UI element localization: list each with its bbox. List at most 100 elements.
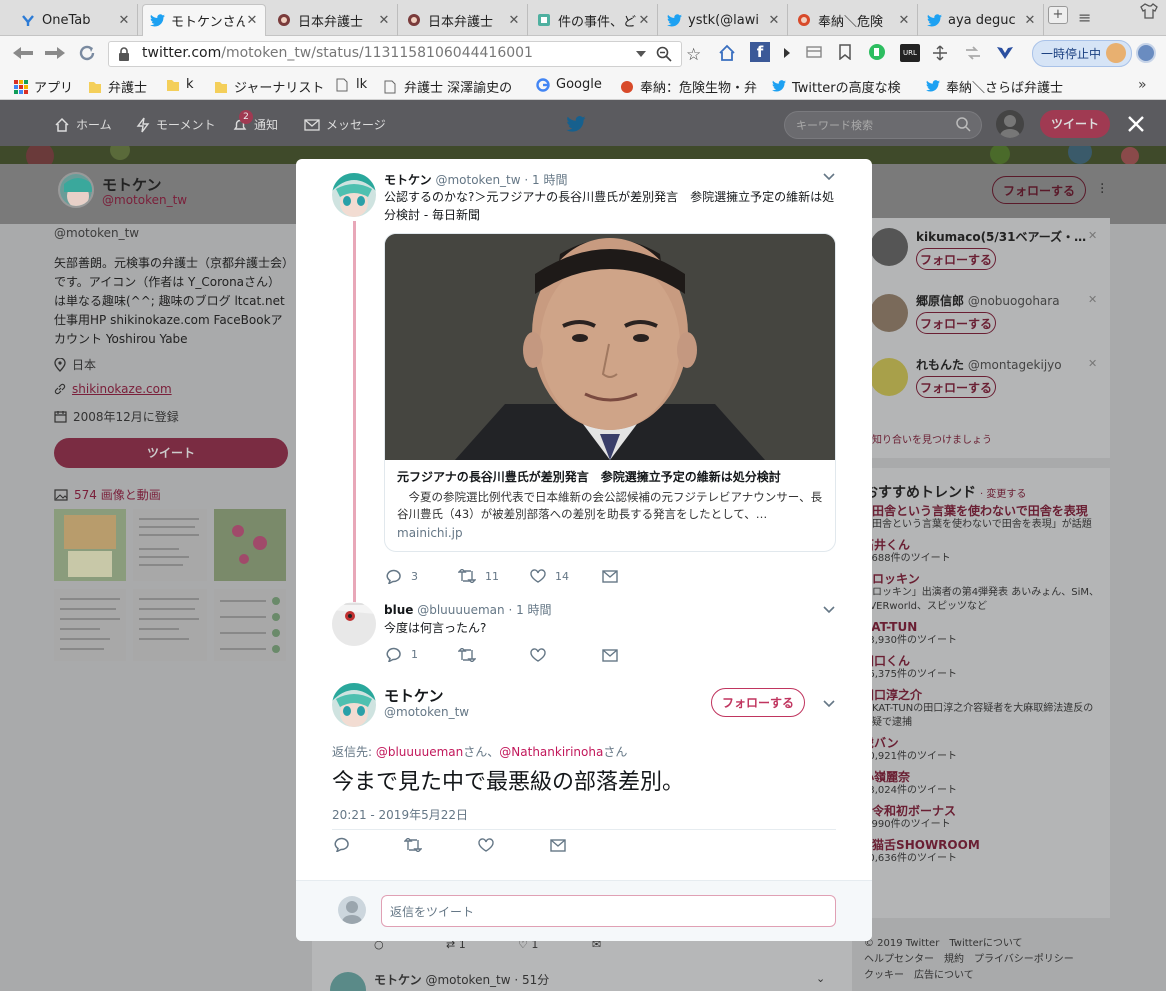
trend-item[interactable]: 虎バン 10,921件のツイート — [862, 736, 1102, 764]
tweet-avatar[interactable] — [332, 602, 376, 646]
lock-icon[interactable] — [118, 47, 130, 61]
twitter-logo-icon[interactable] — [566, 116, 586, 132]
reply-action[interactable]: 3 — [386, 569, 418, 584]
find-friends-link[interactable]: 知り合いを見つけましょう — [872, 431, 992, 446]
suggestion-name[interactable]: kikumaco(5/31ベアーズ・… — [916, 228, 1086, 245]
forward-icon[interactable] — [44, 46, 66, 60]
profile-avatar[interactable] — [1106, 43, 1126, 63]
reply-action[interactable]: 1 — [386, 647, 418, 662]
trend-item[interactable]: 田口淳之介 元KAT-TUNの田口淳之介容疑者を大麻取締法違反の容疑で逮捕 — [862, 688, 1102, 730]
trend-item[interactable]: #田舎という言葉を使わないで田舎を表現 「田舎という言葉を使わないで田舎を表現」が… — [862, 504, 1102, 532]
retweet-action[interactable] — [404, 838, 422, 852]
main-tweet-name[interactable]: モトケン — [384, 685, 444, 706]
close-tab-icon[interactable]: ✕ — [637, 13, 651, 28]
suggestion-follow-button[interactable]: フォローする — [916, 376, 996, 398]
tweet-avatar[interactable] — [332, 173, 376, 217]
vivaldi-icon[interactable] — [996, 46, 1014, 60]
evernote-icon[interactable] — [868, 43, 886, 61]
close-tab-icon[interactable]: ✕ — [897, 13, 911, 28]
media-link[interactable]: 574 画像と動画 — [54, 486, 161, 503]
browser-tab-active[interactable]: モトケンさん ✕ — [142, 4, 266, 36]
like-action[interactable]: 14 — [530, 569, 569, 583]
suggestion-avatar[interactable] — [870, 294, 908, 332]
trend-item[interactable]: #令和初ボーナス 1,990件のツイート — [862, 804, 1102, 832]
trend-item[interactable]: #猫舌SHOWROOM 10,636件のツイート — [862, 838, 1102, 866]
media-thumb[interactable] — [214, 589, 286, 661]
close-tab-icon[interactable]: ✕ — [507, 13, 521, 28]
profile-shirt-icon[interactable] — [1140, 3, 1158, 19]
sync-icon[interactable] — [964, 46, 982, 60]
extension-globe-icon[interactable] — [1136, 43, 1156, 63]
browser-tab[interactable]: OneTab ✕ — [14, 4, 138, 36]
bookmark-icon[interactable] — [838, 44, 852, 60]
browser-tab[interactable]: 日本弁護士 ✕ — [270, 4, 398, 36]
like-action[interactable] — [530, 648, 546, 662]
browser-tab[interactable]: ystk(@lawi ✕ — [660, 4, 788, 36]
close-tab-icon[interactable]: ✕ — [117, 13, 131, 28]
trend-item[interactable]: KAT-TUN 13,930件のツイート — [862, 620, 1102, 648]
bookmark-apps[interactable]: アプリ — [14, 77, 73, 96]
trend-item[interactable]: 石井くん 1,688件のツイート — [862, 538, 1102, 566]
profile-website[interactable]: shikinokaze.com — [54, 382, 172, 396]
dm-action[interactable] — [550, 839, 566, 852]
facebook-icon[interactable]: f — [750, 42, 770, 62]
main-tweet-handle[interactable]: @motoken_tw — [384, 705, 469, 719]
suggestion-avatar[interactable] — [870, 358, 908, 396]
close-tab-icon[interactable]: ✕ — [1023, 13, 1037, 28]
search-icon[interactable] — [956, 117, 971, 132]
suggestion-avatar[interactable] — [870, 228, 908, 266]
nav-messages[interactable]: メッセージ — [304, 116, 386, 133]
bookmark-page[interactable]: lk — [336, 77, 367, 92]
more-bookmarks-icon[interactable]: » — [1138, 77, 1147, 93]
suggestion-follow-button[interactable]: フォローする — [916, 248, 996, 270]
dismiss-icon[interactable]: ✕ — [1088, 357, 1097, 370]
bookmark-folder[interactable]: ジャーナリスト — [214, 77, 324, 96]
dm-action[interactable] — [602, 570, 618, 583]
zoom-icon[interactable] — [656, 46, 672, 62]
retweet-action[interactable]: 11 — [458, 569, 499, 583]
profile-tweet-button[interactable]: ツイート — [54, 438, 288, 468]
like-action[interactable] — [478, 838, 494, 852]
nav-moments[interactable]: モーメント — [136, 116, 216, 133]
browser-tab[interactable]: aya deguc ✕ — [920, 4, 1044, 36]
reload-icon[interactable] — [78, 44, 96, 62]
bookmark-page[interactable]: 奉納：危険生物・弁 — [620, 77, 760, 96]
media-thumb[interactable] — [54, 509, 126, 581]
play-icon[interactable] — [784, 48, 790, 58]
media-thumb[interactable] — [214, 509, 286, 581]
home-icon[interactable] — [718, 44, 736, 62]
close-icon[interactable] — [1126, 114, 1146, 134]
close-tab-icon[interactable]: ✕ — [245, 13, 259, 28]
bookmark-star-icon[interactable]: ☆ — [686, 45, 701, 65]
browser-tab[interactable]: 奉納＼危険 ✕ — [790, 4, 918, 36]
bookmark-folder[interactable]: k — [166, 77, 194, 92]
media-thumb[interactable] — [133, 589, 207, 661]
back-icon[interactable] — [12, 46, 34, 60]
bookmark-page[interactable]: 奉納＼さらば弁護士 — [926, 77, 1066, 96]
nav-home[interactable]: ホーム — [54, 116, 112, 133]
retweet-action[interactable] — [458, 648, 476, 662]
follow-button[interactable]: フォローする — [711, 688, 805, 717]
main-tweet-timestamp[interactable]: 20:21 - 2019年5月22日 — [332, 806, 468, 823]
link-card[interactable]: 元フジアナの長谷川豊氏が差別発言 参院選擁立予定の維新は処分検討 今夏の参院選比… — [384, 233, 836, 552]
dm-action[interactable] — [602, 649, 618, 662]
dismiss-icon[interactable]: ✕ — [1088, 229, 1097, 242]
user-avatar[interactable] — [996, 110, 1024, 138]
bookmark-folder[interactable]: 弁護士 — [88, 77, 147, 96]
media-thumb[interactable] — [54, 589, 126, 661]
trend-item[interactable]: #ロッキン 「ロッキン」出演者の第4弾発表 あいみょん、SiM、UVERworld… — [862, 572, 1102, 614]
tweet-button[interactable]: ツイート — [1040, 110, 1110, 138]
tab-list-icon[interactable]: ≡ — [1078, 8, 1091, 27]
reply-action[interactable] — [334, 837, 350, 852]
close-tab-icon[interactable]: ✕ — [767, 13, 781, 28]
profile-follow-button[interactable]: フォローする — [992, 176, 1086, 204]
profile-avatar-small[interactable] — [58, 172, 94, 208]
dismiss-icon[interactable]: ✕ — [1088, 293, 1097, 306]
bookmark-google[interactable]: Google — [536, 77, 602, 92]
url-text[interactable]: twitter.com/motoken_tw/status/1131158106… — [142, 45, 533, 61]
chevron-down-icon[interactable] — [823, 173, 835, 181]
main-tweet-avatar[interactable] — [332, 683, 376, 727]
media-thumb[interactable] — [133, 509, 207, 581]
suggestion-name[interactable]: れもんた @montagekijyo — [916, 356, 1062, 373]
more-menu-icon[interactable]: · · · — [1100, 178, 1104, 200]
